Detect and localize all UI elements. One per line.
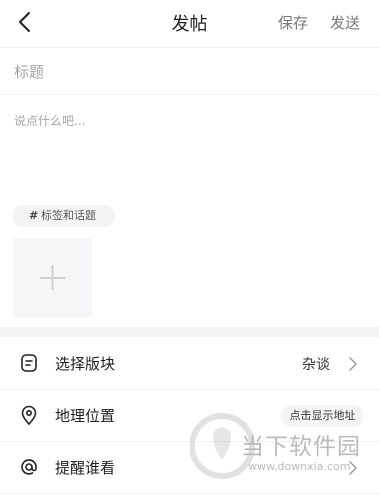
save-button[interactable]: 保存 — [278, 12, 308, 33]
send-button[interactable]: 发送 — [330, 12, 360, 33]
plus-icon — [40, 265, 65, 290]
row-divider — [0, 389, 379, 390]
tag-topic-button[interactable]: # 标签和话题 — [12, 205, 115, 227]
page-title: 发帖 — [171, 14, 208, 35]
chevron-right-icon — [349, 357, 357, 371]
row-divider — [0, 493, 379, 494]
show-address-button[interactable]: 点击显示地址 — [281, 405, 364, 427]
section-separator — [0, 327, 379, 337]
location-pin-icon — [21, 405, 37, 425]
select-section-row[interactable]: 选择版块 杂谈 — [0, 339, 379, 389]
at-sign-icon — [21, 459, 37, 475]
header-divider — [0, 47, 379, 48]
add-image-button[interactable] — [13, 238, 92, 317]
watermark-url: www.downxia.com — [248, 460, 351, 473]
title-input[interactable]: 标题 — [14, 61, 44, 82]
location-label: 地理位置 — [55, 407, 116, 425]
mention-label: 提醒谁看 — [55, 459, 116, 477]
select-section-label: 选择版块 — [55, 355, 116, 373]
hash-icon: # — [29, 209, 39, 222]
selected-section-value: 杂谈 — [302, 357, 330, 373]
content-input[interactable]: 说点什么吧... — [14, 112, 85, 129]
header-bar: 发帖 保存 发送 — [0, 0, 379, 46]
tag-topic-label: 标签和话题 — [41, 209, 96, 222]
title-divider — [0, 94, 379, 95]
watermark-text: 当下软件园 — [241, 434, 361, 460]
document-list-icon — [21, 354, 37, 372]
